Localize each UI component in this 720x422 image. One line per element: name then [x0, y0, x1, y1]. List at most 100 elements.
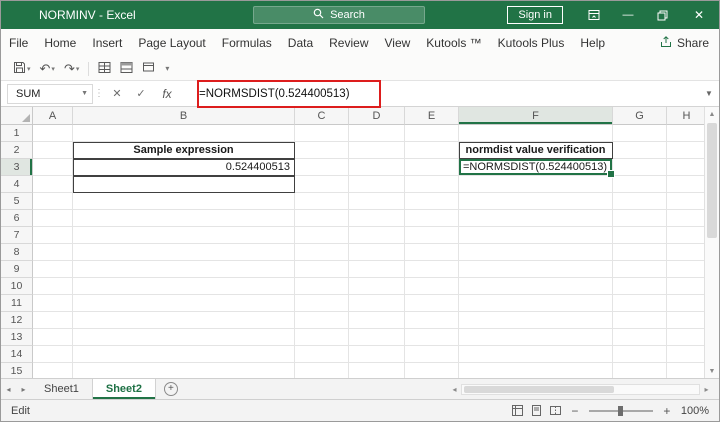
customize-qat-button[interactable]: ▾ [160, 59, 173, 79]
cell-C4[interactable] [295, 176, 349, 193]
row-header-10[interactable]: 10 [1, 278, 33, 295]
cell-D6[interactable] [349, 210, 405, 227]
zoom-in-button[interactable]: + [661, 404, 673, 418]
row-header-4[interactable]: 4 [1, 176, 33, 193]
ribbon-tab-page-layout[interactable]: Page Layout [130, 29, 213, 57]
name-box[interactable]: SUM ▼ [7, 84, 93, 104]
cell-C12[interactable] [295, 312, 349, 329]
horizontal-scrollbar[interactable]: ◂ ▸ [448, 383, 713, 396]
zoom-out-button[interactable]: − [569, 404, 581, 418]
cell-F10[interactable] [459, 278, 613, 295]
cell-E7[interactable] [405, 227, 459, 244]
cell-C15[interactable] [295, 363, 349, 378]
cell-B1[interactable] [73, 125, 295, 142]
cell-F13[interactable] [459, 329, 613, 346]
cell-G14[interactable] [613, 346, 667, 363]
cell-B8[interactable] [73, 244, 295, 261]
cell-G7[interactable] [613, 227, 667, 244]
cell-H8[interactable] [667, 244, 704, 261]
cell-A12[interactable] [33, 312, 73, 329]
column-header-A[interactable]: A [33, 107, 73, 125]
cell-E11[interactable] [405, 295, 459, 312]
new-sheet-button[interactable]: + [164, 382, 178, 396]
scroll-up-icon[interactable]: ▲ [705, 107, 719, 121]
cell-E10[interactable] [405, 278, 459, 295]
cell-H6[interactable] [667, 210, 704, 227]
ribbon-tab-file[interactable]: File [1, 29, 36, 57]
share-button[interactable]: Share [660, 29, 709, 57]
cell-G11[interactable] [613, 295, 667, 312]
row-header-7[interactable]: 7 [1, 227, 33, 244]
cell-E3[interactable] [405, 159, 459, 176]
cell-D7[interactable] [349, 227, 405, 244]
cell-A4[interactable] [33, 176, 73, 193]
cell-B12[interactable] [73, 312, 295, 329]
cell-A15[interactable] [33, 363, 73, 378]
grid-tool-button[interactable] [116, 59, 137, 79]
enter-button[interactable]: ✓ [129, 84, 153, 104]
cell-E8[interactable] [405, 244, 459, 261]
row-header-12[interactable]: 12 [1, 312, 33, 329]
cell-B2[interactable]: Sample expression [73, 142, 295, 159]
formula-input[interactable]: =NORMSDIST(0.524400513) [181, 84, 699, 104]
cell-F15[interactable] [459, 363, 613, 378]
cell-D3[interactable] [349, 159, 405, 176]
restore-icon[interactable] [645, 1, 679, 29]
ribbon-tab-kutools-plus[interactable]: Kutools Plus [490, 29, 573, 57]
zoom-level[interactable]: 100% [681, 405, 709, 417]
cell-E6[interactable] [405, 210, 459, 227]
row-header-3[interactable]: 3 [1, 159, 33, 176]
cell-B7[interactable] [73, 227, 295, 244]
cell-B4[interactable] [73, 176, 295, 193]
cell-A2[interactable] [33, 142, 73, 159]
cell-F8[interactable] [459, 244, 613, 261]
cell-C9[interactable] [295, 261, 349, 278]
cell-C7[interactable] [295, 227, 349, 244]
row-header-15[interactable]: 15 [1, 363, 33, 378]
cell-G4[interactable] [613, 176, 667, 193]
cell-G2[interactable] [613, 142, 667, 159]
scroll-down-icon[interactable]: ▼ [705, 364, 719, 378]
ribbon-tab-data[interactable]: Data [280, 29, 321, 57]
cell-E9[interactable] [405, 261, 459, 278]
page-break-preview-icon[interactable] [550, 405, 561, 416]
cell-C10[interactable] [295, 278, 349, 295]
cell-D4[interactable] [349, 176, 405, 193]
window-tool-button[interactable] [138, 59, 159, 79]
sign-in-button[interactable]: Sign in [507, 6, 563, 24]
cell-D9[interactable] [349, 261, 405, 278]
cell-F14[interactable] [459, 346, 613, 363]
cell-D12[interactable] [349, 312, 405, 329]
cell-H9[interactable] [667, 261, 704, 278]
cell-A5[interactable] [33, 193, 73, 210]
vertical-scroll-track[interactable] [705, 121, 719, 364]
next-sheet-icon[interactable]: ▸ [16, 379, 31, 399]
scroll-left-icon[interactable]: ◂ [448, 385, 461, 394]
cell-G3[interactable] [613, 159, 667, 176]
cell-C2[interactable] [295, 142, 349, 159]
cell-B10[interactable] [73, 278, 295, 295]
formula-bar-handle[interactable]: ⋮ [93, 88, 105, 99]
horizontal-scroll-thumb[interactable] [464, 386, 614, 393]
ribbon-tab-view[interactable]: View [377, 29, 419, 57]
cell-H4[interactable] [667, 176, 704, 193]
previous-sheet-icon[interactable]: ◂ [1, 379, 16, 399]
cell-D13[interactable] [349, 329, 405, 346]
cell-H7[interactable] [667, 227, 704, 244]
cell-H15[interactable] [667, 363, 704, 378]
table-tool-button[interactable] [94, 59, 115, 79]
column-header-C[interactable]: C [295, 107, 349, 125]
cell-C14[interactable] [295, 346, 349, 363]
column-header-E[interactable]: E [405, 107, 459, 125]
cell-E1[interactable] [405, 125, 459, 142]
cell-F4[interactable] [459, 176, 613, 193]
cell-B14[interactable] [73, 346, 295, 363]
cell-G6[interactable] [613, 210, 667, 227]
scroll-right-icon[interactable]: ▸ [700, 385, 713, 394]
cell-H5[interactable] [667, 193, 704, 210]
cell-H1[interactable] [667, 125, 704, 142]
zoom-slider[interactable] [589, 410, 653, 412]
cell-F12[interactable] [459, 312, 613, 329]
cell-C13[interactable] [295, 329, 349, 346]
row-header-11[interactable]: 11 [1, 295, 33, 312]
